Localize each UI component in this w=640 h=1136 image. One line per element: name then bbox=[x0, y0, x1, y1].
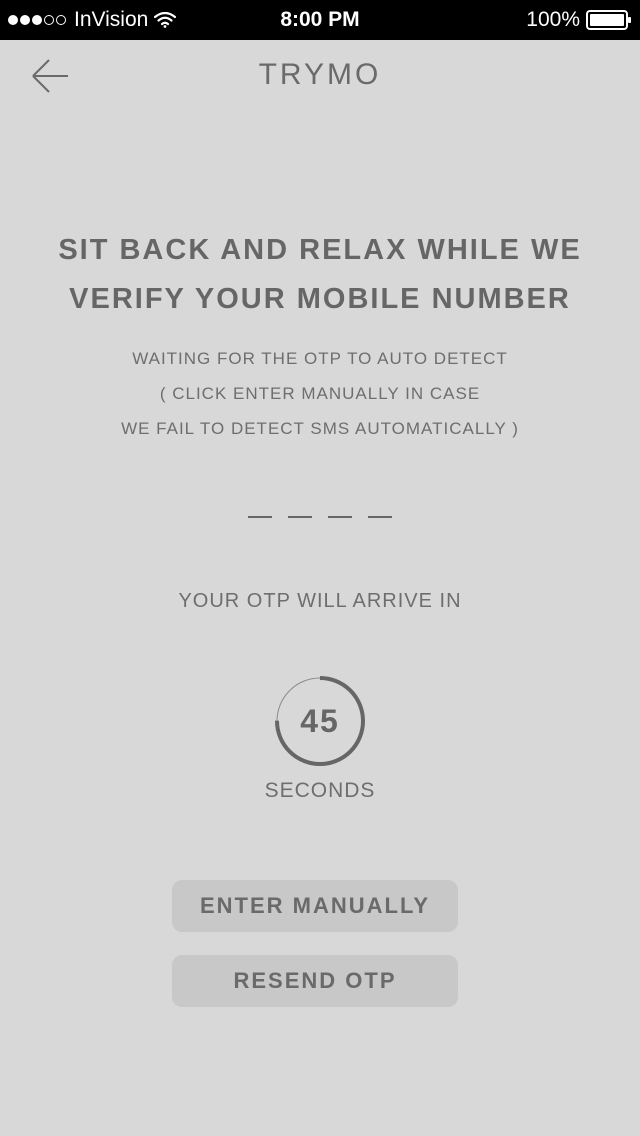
otp-digit-slot[interactable] bbox=[328, 516, 352, 518]
otp-digit-slot[interactable] bbox=[368, 516, 392, 518]
otp-digit-slot[interactable] bbox=[248, 516, 272, 518]
status-right: 100% bbox=[526, 0, 632, 40]
enter-manually-button[interactable]: ENTER MANUALLY bbox=[172, 880, 458, 932]
battery-icon bbox=[586, 10, 631, 30]
otp-input[interactable] bbox=[248, 516, 394, 520]
instruction-line-2: ( CLICK ENTER MANUALLY IN CASE bbox=[159, 384, 481, 403]
headline-line-1: SIT BACK AND RELAX WHILE WE bbox=[58, 234, 582, 266]
nav-bar: TRYMO bbox=[0, 40, 640, 116]
otp-arrive-label: YOUR OTP WILL ARRIVE IN bbox=[178, 590, 462, 612]
otp-digit-slot[interactable] bbox=[288, 516, 312, 518]
countdown-unit: SECONDS bbox=[264, 779, 376, 802]
instruction-line-1: WAITING FOR THE OTP TO AUTO DETECT bbox=[132, 349, 508, 368]
app-title: TRYMO bbox=[258, 58, 382, 91]
status-bar: InVision 8:00 PM 100% bbox=[0, 0, 640, 40]
countdown-timer: 45 bbox=[274, 675, 366, 767]
battery-percentage: 100% bbox=[526, 8, 580, 31]
resend-otp-button[interactable]: RESEND OTP bbox=[172, 955, 458, 1007]
instruction-line-3: WE FAIL TO DETECT SMS AUTOMATICALLY ) bbox=[121, 419, 519, 438]
countdown-value: 45 bbox=[300, 703, 340, 739]
headline-line-2: VERIFY YOUR MOBILE NUMBER bbox=[69, 283, 571, 315]
